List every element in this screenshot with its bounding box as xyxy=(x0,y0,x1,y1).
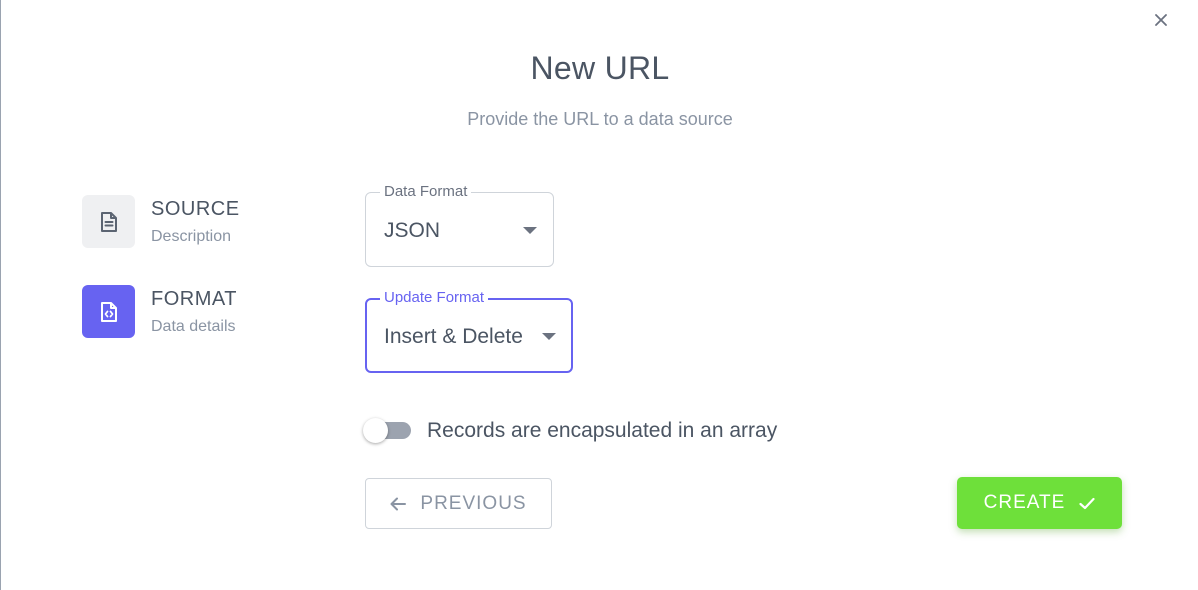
data-format-select[interactable]: Data Format JSON xyxy=(365,182,554,267)
data-format-label: Data Format xyxy=(380,182,472,202)
step-source-description: Description xyxy=(151,228,232,245)
step-format-description: Data details xyxy=(151,318,236,335)
step-source-title: SOURCE xyxy=(151,198,240,220)
dialog-subtitle: Provide the URL to a data source xyxy=(467,109,733,129)
update-format-select[interactable]: Update Format Insert & Delete xyxy=(365,288,573,373)
check-icon xyxy=(1079,497,1095,509)
code-file-icon xyxy=(100,301,117,322)
data-format-value: JSON xyxy=(384,219,441,242)
chevron-down-icon xyxy=(523,227,537,234)
array-toggle[interactable] xyxy=(363,418,413,444)
array-toggle-label: Records are encapsulated in an array xyxy=(427,419,778,442)
document-icon xyxy=(100,211,117,232)
step-format-title: FORMAT xyxy=(151,288,237,310)
dialog-title: New URL xyxy=(530,50,670,86)
new-url-dialog: New URL Provide the URL to a data source… xyxy=(0,0,1198,590)
update-format-value: Insert & Delete xyxy=(384,325,523,348)
create-button-label: CREATE xyxy=(983,492,1066,513)
toggle-thumb xyxy=(363,418,388,443)
step-source-icon-box xyxy=(82,195,135,248)
create-button[interactable]: CREATE xyxy=(957,477,1122,529)
previous-button-label: PREVIOUS xyxy=(420,492,527,514)
step-format[interactable]: FORMAT Data details xyxy=(82,285,322,339)
step-source[interactable]: SOURCE Description xyxy=(82,195,322,249)
arrow-left-icon xyxy=(390,497,407,510)
step-format-icon-box xyxy=(82,285,135,338)
chevron-down-icon xyxy=(542,333,556,340)
update-format-label: Update Format xyxy=(380,288,489,308)
close-button[interactable] xyxy=(1151,10,1171,30)
previous-button[interactable]: PREVIOUS xyxy=(365,478,552,529)
close-icon xyxy=(1155,14,1167,26)
